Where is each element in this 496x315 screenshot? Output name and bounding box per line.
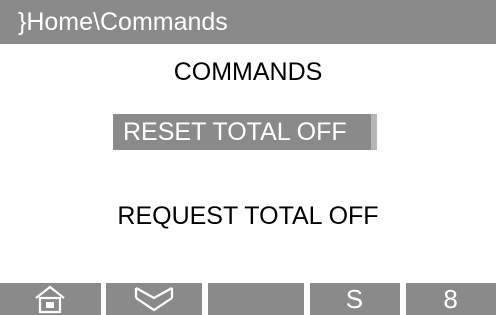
selection-cursor bbox=[371, 114, 377, 150]
breadcrumb-path: }Home\Commands bbox=[18, 8, 228, 36]
softkey-home[interactable] bbox=[0, 283, 101, 315]
softkey-page-down[interactable] bbox=[106, 283, 203, 315]
request-total-off-label: REQUEST TOTAL OFF bbox=[117, 202, 379, 230]
softkey-8[interactable]: 8 bbox=[406, 283, 496, 315]
hmi-screen: }Home\Commands COMMANDS RESET TOTAL OFF … bbox=[0, 0, 496, 315]
softkey-bar: S 8 bbox=[0, 283, 496, 315]
softkey-s[interactable]: S bbox=[309, 283, 401, 315]
softkey-blank[interactable] bbox=[207, 283, 304, 315]
reset-total-off-label: RESET TOTAL OFF bbox=[123, 118, 347, 146]
request-total-off-command[interactable]: REQUEST TOTAL OFF bbox=[0, 198, 496, 234]
page-title: COMMANDS bbox=[173, 58, 323, 86]
breadcrumb-title-bar: }Home\Commands bbox=[0, 0, 496, 44]
home-icon bbox=[35, 285, 65, 314]
softkey-s-label: S bbox=[345, 284, 365, 314]
reset-total-off-command[interactable]: RESET TOTAL OFF bbox=[113, 114, 377, 150]
double-chevron-down-icon bbox=[135, 287, 174, 312]
softkey-8-label: 8 bbox=[443, 284, 459, 314]
